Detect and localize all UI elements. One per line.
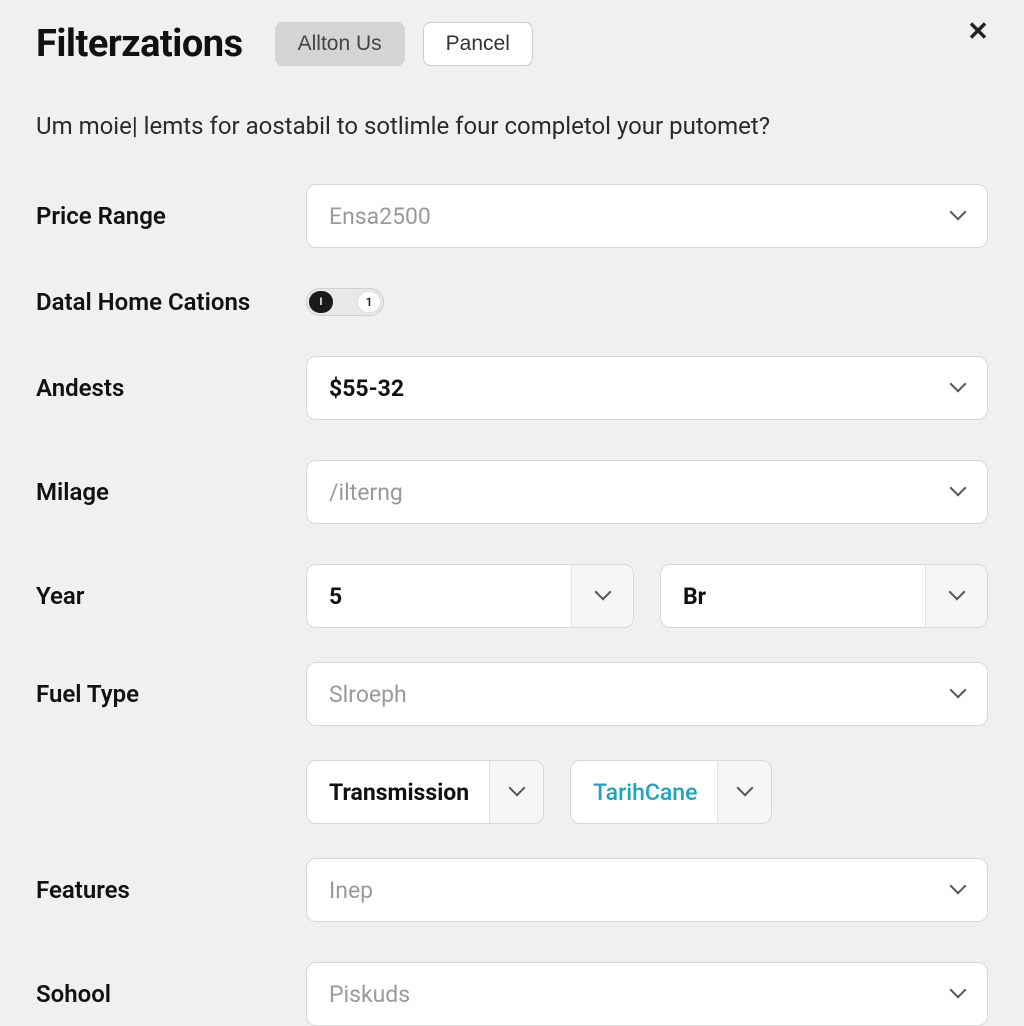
price-range-value: Ensa2500 bbox=[329, 203, 431, 230]
transmission-select[interactable]: Transmission bbox=[306, 760, 544, 824]
year-from-select[interactable]: 5 bbox=[306, 564, 634, 628]
label-price-range: Price Range bbox=[36, 202, 306, 230]
allton-us-button[interactable]: Allton Us bbox=[275, 22, 405, 66]
label-fuel-type: Fuel Type bbox=[36, 680, 306, 708]
andests-select[interactable]: $55-32 bbox=[306, 356, 988, 420]
fuel-type-select[interactable]: Slroeph bbox=[306, 662, 988, 726]
chevron-down-icon bbox=[736, 786, 754, 798]
chevron-down-icon bbox=[949, 884, 967, 896]
toggle-right: 1 bbox=[357, 291, 381, 313]
close-icon[interactable]: ✕ bbox=[962, 16, 994, 48]
label-milage: Milage bbox=[36, 478, 306, 506]
label-andests: Andests bbox=[36, 374, 306, 402]
milage-value: /ilterng bbox=[329, 479, 403, 506]
chevron-down-icon bbox=[508, 786, 526, 798]
label-home-cations: Datal Home Cations bbox=[36, 288, 306, 316]
chevron-down-icon bbox=[949, 382, 967, 394]
price-range-select[interactable]: Ensa2500 bbox=[306, 184, 988, 248]
andests-value: $55-32 bbox=[329, 375, 404, 402]
toggle-left: I bbox=[309, 291, 333, 313]
label-sohool: Sohool bbox=[36, 980, 306, 1008]
page-title: Filterzations bbox=[36, 22, 243, 66]
year-to-value: Br bbox=[683, 583, 706, 610]
sohool-value: Piskuds bbox=[329, 981, 410, 1008]
fuel-type-value: Slroeph bbox=[329, 681, 407, 708]
chevron-down-icon bbox=[594, 590, 612, 602]
chevron-down-icon bbox=[949, 210, 967, 222]
sohool-select[interactable]: Piskuds bbox=[306, 962, 988, 1026]
header-actions: Allton Us Pancel bbox=[275, 22, 533, 66]
label-year: Year bbox=[36, 582, 306, 610]
pancel-button[interactable]: Pancel bbox=[423, 22, 533, 66]
chevron-down-icon bbox=[949, 486, 967, 498]
tarihcane-select[interactable]: TarihCane bbox=[570, 760, 772, 824]
filters-form: Price Range Ensa2500 Datal Home Cations … bbox=[36, 184, 988, 1026]
chevron-down-icon bbox=[948, 590, 966, 602]
year-from-value: 5 bbox=[329, 583, 342, 610]
chevron-down-icon bbox=[949, 988, 967, 1000]
home-cations-toggle[interactable]: I 1 bbox=[306, 288, 384, 316]
year-to-select[interactable]: Br bbox=[660, 564, 988, 628]
features-select[interactable]: Inep bbox=[306, 858, 988, 922]
transmission-value: Transmission bbox=[329, 779, 489, 806]
milage-select[interactable]: /ilterng bbox=[306, 460, 988, 524]
label-features: Features bbox=[36, 876, 306, 904]
tarihcane-value: TarihCane bbox=[593, 779, 717, 806]
chevron-down-icon bbox=[949, 688, 967, 700]
subtitle-text: Um moie| lemts for aostabil to sotlimle … bbox=[36, 112, 988, 140]
features-value: Inep bbox=[329, 877, 373, 904]
